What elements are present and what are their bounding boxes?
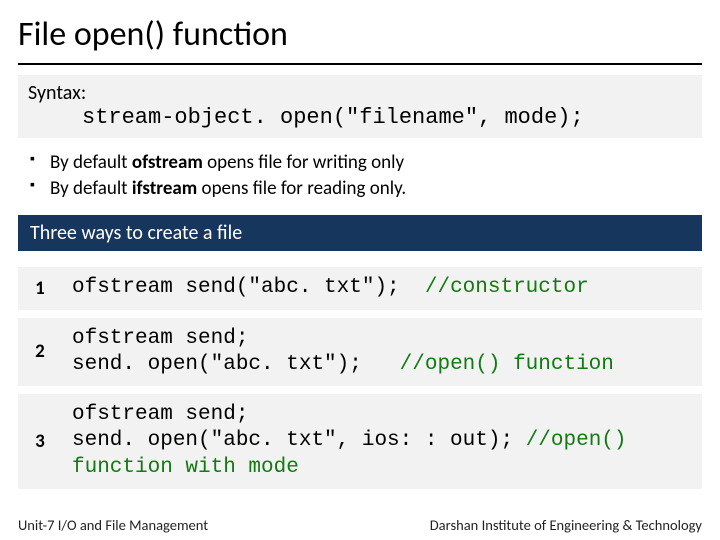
examples-table: 1 ofstream send("abc. txt"); //construct… (18, 259, 702, 497)
footer: Unit-7 I/O and File Management Darshan I… (0, 516, 720, 534)
footer-left: Unit-7 I/O and File Management (18, 516, 208, 534)
code-main: ofstream send; send. open("abc. txt", io… (72, 403, 526, 452)
row-number: 1 (18, 267, 62, 309)
code-main: ofstream send("abc. txt"); (72, 276, 425, 299)
row-code: ofstream send; send. open("abc. txt"); /… (62, 318, 702, 387)
code-comment: //constructor (425, 276, 589, 299)
bullet-text-post: opens file for writing only (203, 151, 404, 174)
bullet-list: By default ofstream opens file for writi… (30, 150, 702, 201)
table-row: 3 ofstream send; send. open("abc. txt", … (18, 394, 702, 489)
bullet-item: By default ifstream opens file for readi… (30, 176, 702, 202)
table-row: 1 ofstream send("abc. txt"); //construct… (18, 267, 702, 309)
table-row: 2 ofstream send; send. open("abc. txt");… (18, 318, 702, 387)
bullet-item: By default ofstream opens file for writi… (30, 150, 702, 176)
row-number: 2 (18, 318, 62, 387)
row-code: ofstream send; send. open("abc. txt", io… (62, 394, 702, 489)
bullet-text-post: opens file for reading only. (197, 177, 406, 200)
syntax-label: Syntax: (28, 81, 692, 105)
bullet-text-pre: By default (50, 151, 132, 174)
syntax-box: Syntax: stream-object. open("filename", … (18, 75, 702, 138)
row-code: ofstream send("abc. txt"); //constructor (62, 267, 702, 309)
row-number: 3 (18, 394, 62, 489)
code-comment: //open() function (400, 353, 614, 376)
slide-title: File open() function (18, 14, 702, 65)
bullet-bold: ifstream (132, 177, 197, 200)
footer-right: Darshan Institute of Engineering & Techn… (430, 516, 702, 534)
syntax-code: stream-object. open("filename", mode); (28, 105, 692, 130)
subheading-bar: Three ways to create a file (18, 215, 702, 251)
code-main: ofstream send; send. open("abc. txt"); (72, 327, 400, 376)
bullet-bold: ofstream (132, 151, 203, 174)
slide-container: File open() function Syntax: stream-obje… (0, 0, 720, 540)
bullet-text-pre: By default (50, 177, 132, 200)
